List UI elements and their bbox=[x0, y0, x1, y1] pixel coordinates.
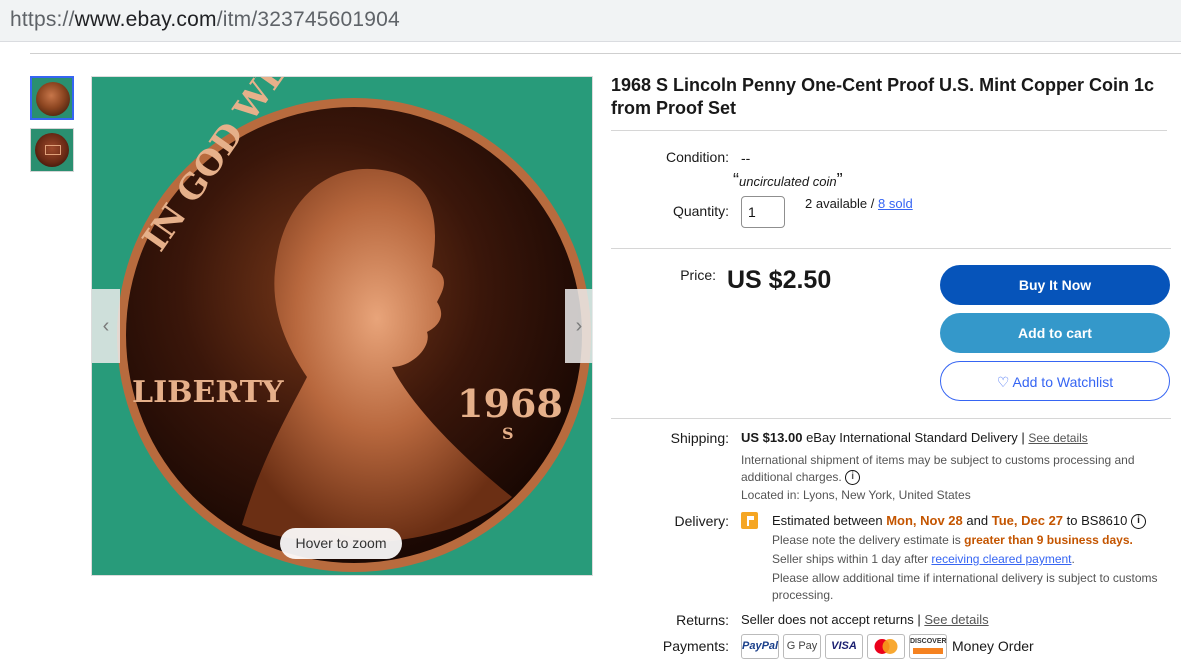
shipping-line: US $13.00 eBay International Standard De… bbox=[741, 430, 1088, 445]
shipping-label: Shipping: bbox=[670, 430, 729, 446]
customs-delay-note: Please allow additional time if internat… bbox=[772, 571, 1158, 602]
condition-value: -- bbox=[741, 150, 751, 166]
customs-info-icon[interactable]: i bbox=[845, 470, 861, 486]
next-image-button[interactable]: › bbox=[565, 289, 593, 363]
url-text[interactable]: https://www.ebay.com/itm/323745601904 bbox=[10, 8, 400, 32]
svg-text:LIBERTY: LIBERTY bbox=[132, 375, 284, 410]
title-divider bbox=[611, 130, 1167, 131]
price-divider bbox=[611, 418, 1171, 419]
condition-label: Condition: bbox=[665, 149, 729, 165]
url-scheme: https:// bbox=[10, 8, 75, 31]
coin-reverse-thumbnail-image bbox=[35, 133, 69, 167]
shipping-cost: US $13.00 bbox=[741, 430, 803, 445]
price-label: Price: bbox=[680, 267, 716, 283]
quantity-divider bbox=[611, 248, 1171, 249]
delivery-date-from: Mon, Nov 28 bbox=[886, 513, 963, 528]
shipping-method: eBay International Standard Delivery bbox=[806, 430, 1018, 445]
delivery-note-emphasis: greater than 9 business days. bbox=[964, 533, 1133, 547]
available-count: 2 available bbox=[805, 196, 868, 211]
delivery-and-word: and bbox=[966, 513, 989, 528]
thumbnail-reverse[interactable] bbox=[30, 128, 74, 172]
browser-address-bar[interactable]: https://www.ebay.com/itm/323745601904 bbox=[0, 0, 1181, 42]
money-order-text: Money Order bbox=[952, 638, 1034, 654]
lincoln-penny-image: IN GOD WE TRUST LIBERTY 1968 S bbox=[117, 77, 591, 572]
seller-ships-prefix: Seller ships within 1 day after bbox=[772, 552, 929, 566]
google-pay-icon: G Pay bbox=[783, 634, 821, 659]
seller-ships-note: Seller ships within 1 day after receivin… bbox=[772, 552, 1075, 566]
thumbnail-obverse[interactable] bbox=[30, 76, 74, 120]
buy-it-now-button[interactable]: Buy It Now bbox=[940, 265, 1170, 305]
paypal-icon: PayPal bbox=[741, 634, 779, 659]
delivery-flag-icon bbox=[741, 512, 758, 529]
hover-to-zoom-hint: Hover to zoom bbox=[280, 528, 402, 559]
delivery-date-to: Tue, Dec 27 bbox=[991, 513, 1064, 528]
url-host: www.ebay.com bbox=[74, 8, 217, 31]
returns-text: Seller does not accept returns bbox=[741, 612, 914, 627]
condition-quote-text: uncirculated coin bbox=[739, 174, 837, 189]
delivery-note-prefix: Please note the delivery estimate is bbox=[772, 533, 961, 547]
discover-label: DISCOVER bbox=[910, 638, 947, 645]
discover-icon: DISCOVER bbox=[909, 634, 947, 659]
previous-image-button[interactable]: ‹ bbox=[92, 289, 120, 363]
sold-count-link[interactable]: 8 sold bbox=[878, 196, 913, 211]
item-location: Located in: Lyons, New York, United Stat… bbox=[741, 488, 971, 502]
customs-note-text: International shipment of items may be s… bbox=[741, 453, 1135, 484]
quantity-input[interactable]: 1 bbox=[741, 196, 785, 228]
main-product-image[interactable]: IN GOD WE TRUST LIBERTY 1968 S bbox=[91, 76, 593, 576]
add-to-watchlist-button[interactable]: ♡ Add to Watchlist bbox=[940, 361, 1170, 401]
delivery-info-icon[interactable]: i bbox=[1131, 514, 1146, 530]
discover-stripe bbox=[913, 648, 943, 654]
payments-label: Payments: bbox=[662, 638, 729, 654]
delivery-estimate-prefix: Estimated between bbox=[772, 513, 883, 528]
price-value: US $2.50 bbox=[727, 266, 832, 294]
url-path: /itm/323745601904 bbox=[216, 8, 400, 31]
header-divider bbox=[30, 53, 1181, 54]
svg-text:S: S bbox=[502, 424, 514, 443]
returns-label: Returns: bbox=[676, 612, 729, 628]
customs-note: International shipment of items may be s… bbox=[741, 452, 1161, 486]
delivery-postcode: to BS8610 bbox=[1066, 513, 1128, 528]
availability-text: 2 available / 8 sold bbox=[805, 196, 913, 211]
svg-text:1968: 1968 bbox=[457, 381, 563, 426]
add-to-cart-button[interactable]: Add to cart bbox=[940, 313, 1170, 353]
delivery-note: Please note the delivery estimate is gre… bbox=[772, 533, 1133, 547]
delivery-label: Delivery: bbox=[674, 513, 729, 529]
mastercard-logo bbox=[874, 639, 898, 654]
condition-quote: “uncirculated coin” bbox=[733, 170, 843, 191]
delivery-estimate: Estimated between Mon, Nov 28 and Tue, D… bbox=[772, 513, 1172, 530]
mastercard-icon bbox=[867, 634, 905, 659]
returns-see-details-link[interactable]: See details bbox=[924, 612, 988, 627]
listing-title: 1968 S Lincoln Penny One-Cent Proof U.S.… bbox=[611, 75, 1155, 118]
shipping-see-details-link[interactable]: See details bbox=[1028, 431, 1087, 445]
returns-line: Seller does not accept returns | See det… bbox=[741, 612, 989, 627]
quantity-label: Quantity: bbox=[672, 203, 729, 219]
close-quote-mark: ” bbox=[836, 170, 843, 190]
visa-icon: VISA bbox=[825, 634, 863, 659]
coin-obverse-thumbnail-image bbox=[36, 82, 70, 116]
cleared-payment-link[interactable]: receiving cleared payment bbox=[931, 552, 1071, 566]
